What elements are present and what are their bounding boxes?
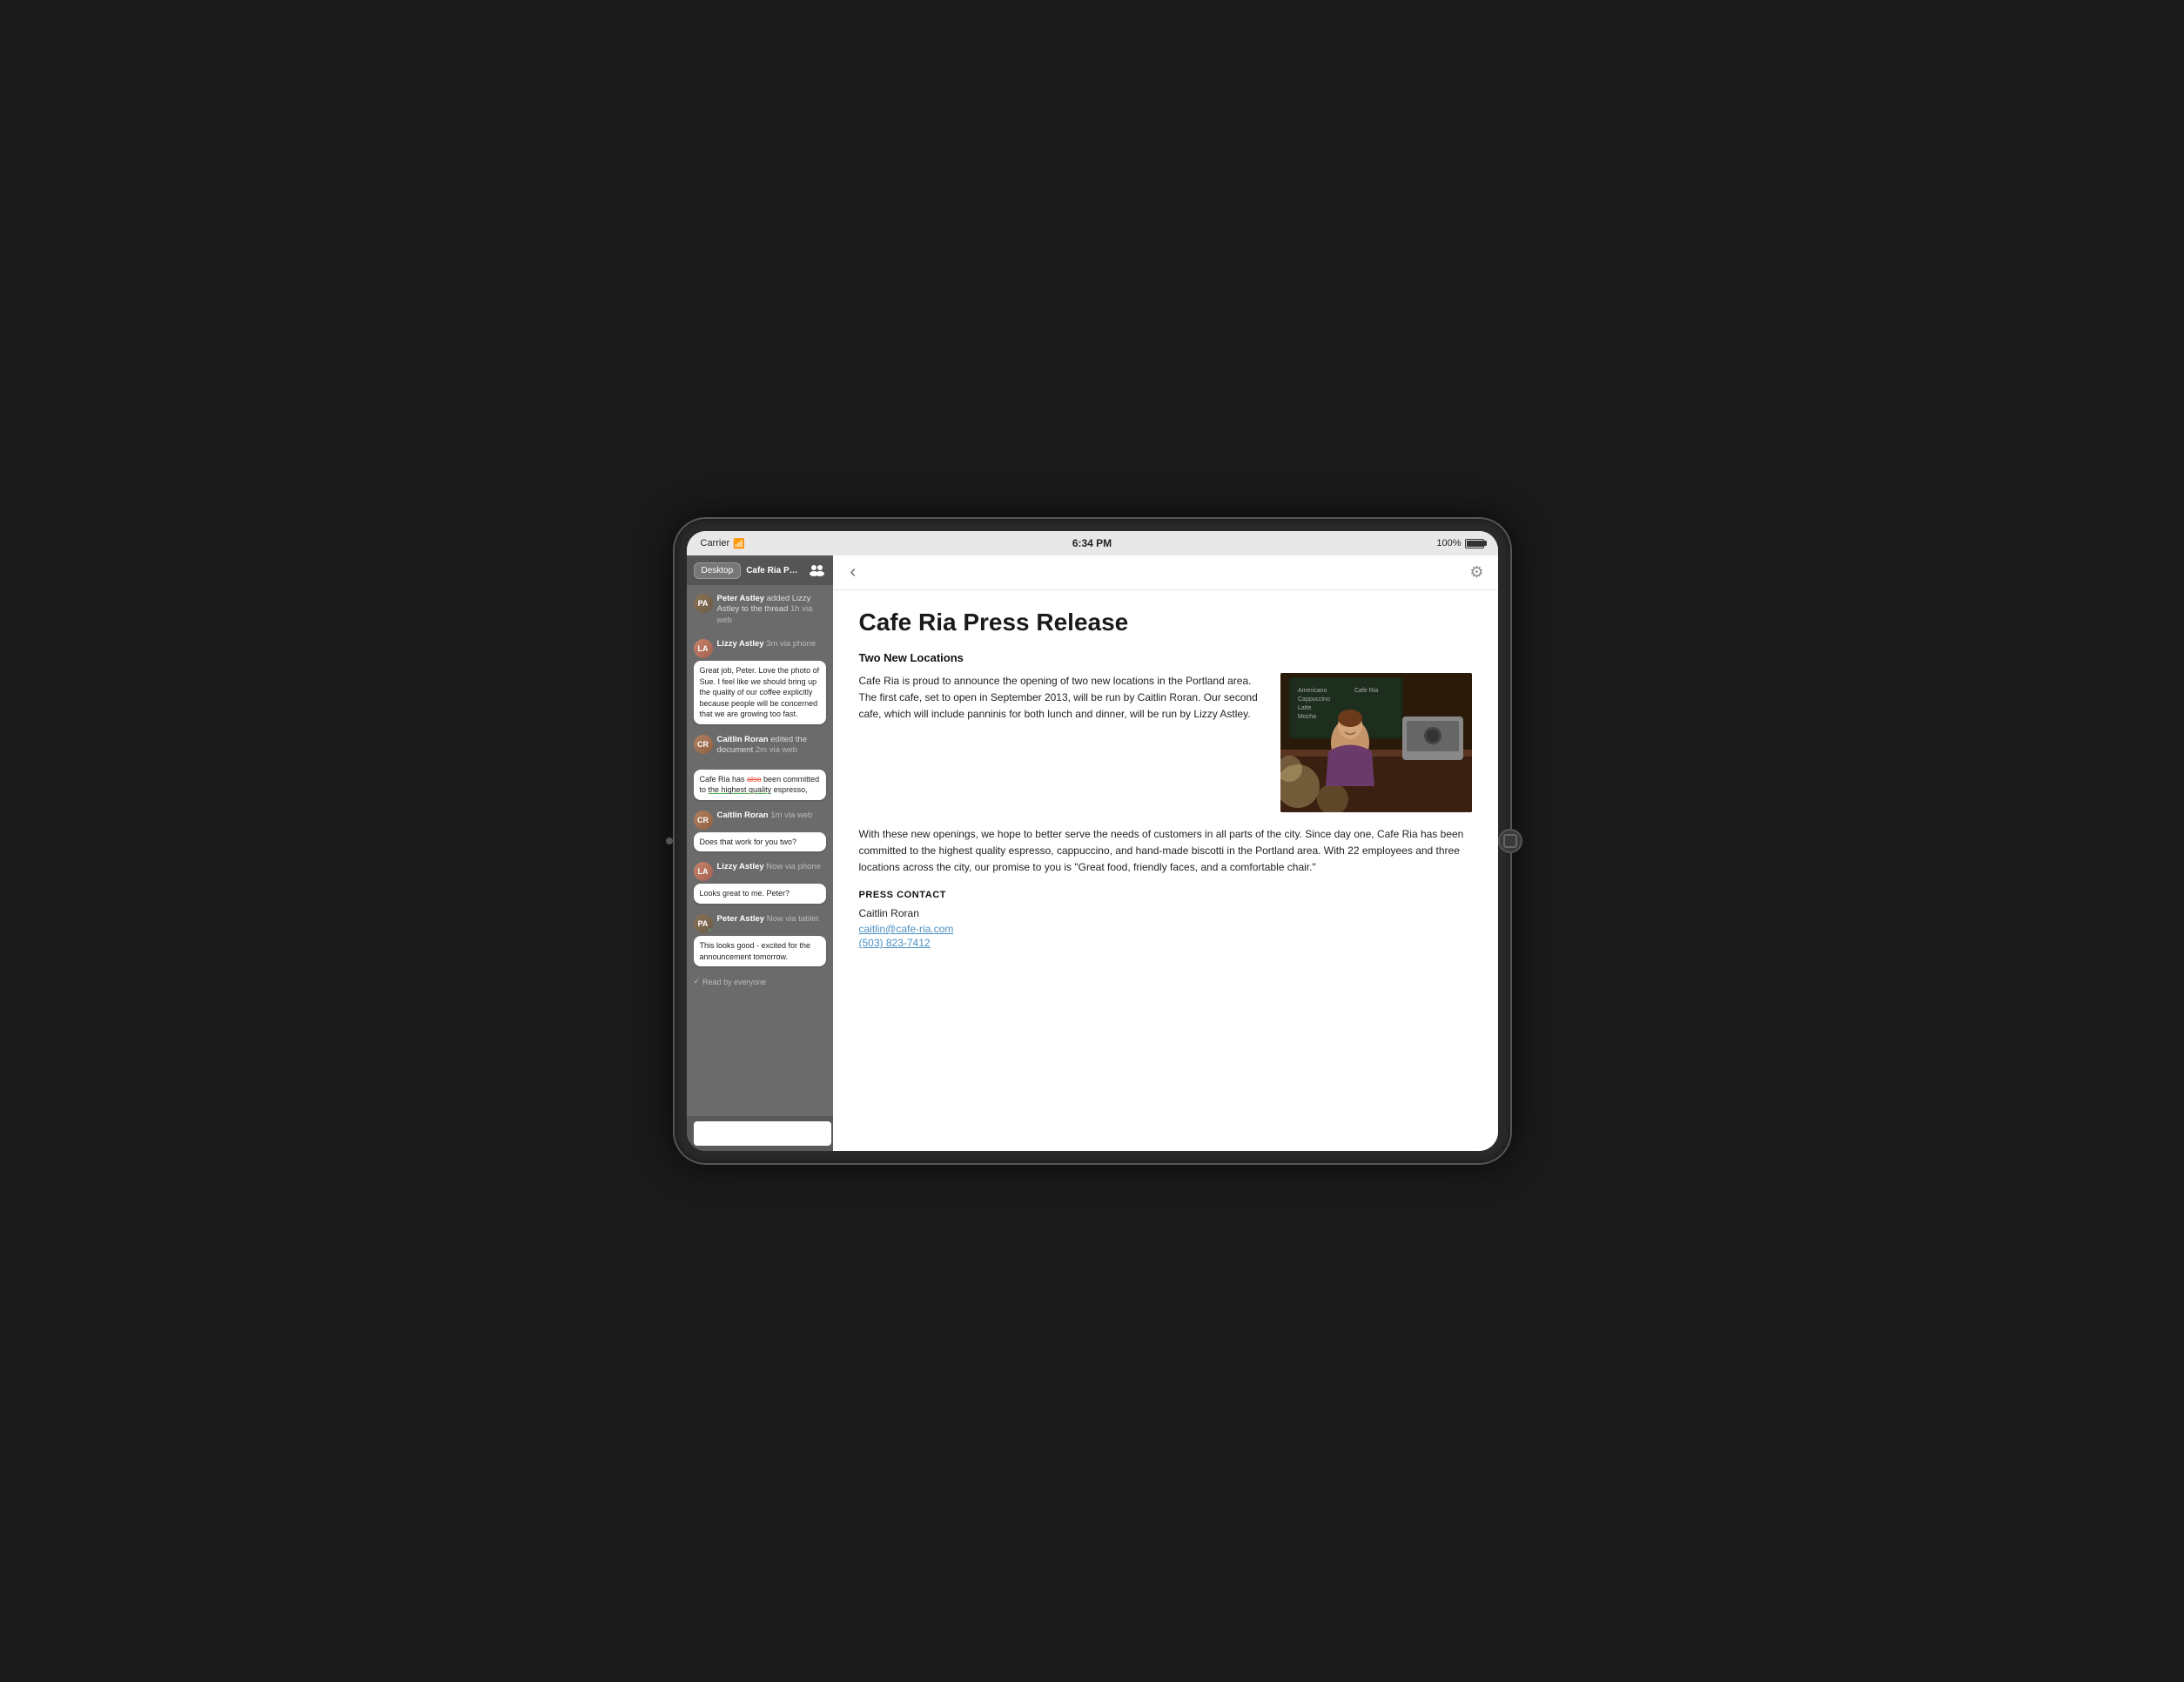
avatar: CR [694, 811, 713, 830]
carrier-area: Carrier 📶 [701, 538, 962, 549]
avatar: PA [694, 914, 713, 933]
home-button-inner [1503, 834, 1517, 848]
cafe-image: Americano Cappuccino Latte Mocha Cafe Ri… [1280, 673, 1472, 812]
sidebar-header: Desktop Cafe Ria Press... [687, 555, 833, 585]
doc-section-1: Cafe Ria is proud to announce the openin… [859, 673, 1472, 812]
read-by-status: ✓ Read by everyone [687, 973, 833, 990]
press-contact-label: PRESS CONTACT [859, 890, 1472, 900]
message-meta: PA Peter Astley Now via tablet [694, 914, 826, 933]
thread-title: Cafe Ria Press... [746, 566, 801, 575]
ipad-screen: Carrier 📶 6:34 PM 100% Desktop Cafe Ria … [687, 531, 1498, 1151]
checkmark-icon: ✓ [694, 977, 701, 986]
home-button[interactable] [1498, 829, 1522, 853]
contact-name: Caitlin Roran [859, 907, 1472, 919]
avatar: LA [694, 862, 713, 881]
message-bubble: Great job, Peter. Love the photo of Sue.… [694, 661, 826, 724]
doc-title: Cafe Ria Press Release [859, 608, 1472, 637]
status-time: 6:34 PM [962, 537, 1223, 549]
message-author: Lizzy Astley Now via phone [717, 862, 822, 872]
online-indicator [708, 928, 713, 933]
list-item: Cafe Ria has also been committed to the … [687, 766, 833, 804]
battery-icon [1465, 539, 1484, 548]
svg-text:Latte: Latte [1298, 705, 1312, 711]
content-pane: ‹ ⚙ Cafe Ria Press Release Two New Locat… [833, 555, 1498, 1151]
desktop-button[interactable]: Desktop [694, 562, 742, 579]
contact-email[interactable]: caitlin@cafe-ria.com [859, 923, 1472, 935]
battery-area: 100% [1223, 538, 1484, 548]
message-input-area: Send [687, 1116, 833, 1151]
system-message-text: Caitlin Roran edited the document 2m via… [717, 735, 826, 757]
message-author: Caitlin Roran 1m via web [717, 811, 813, 821]
message-meta: LA Lizzy Astley Now via phone [694, 862, 826, 881]
back-button[interactable]: ‹ [847, 562, 860, 582]
settings-button[interactable]: ⚙ [1469, 563, 1483, 582]
section-title: Two New Locations [859, 651, 1472, 664]
battery-percent: 100% [1436, 538, 1461, 548]
message-meta: LA Lizzy Astley 3m via phone [694, 639, 826, 658]
svg-text:Cappuccino: Cappuccino [1298, 696, 1330, 703]
list-item: PA Peter Astley added Lizzy Astley to th… [687, 590, 833, 632]
message-input[interactable] [694, 1121, 831, 1146]
svg-text:Cafe Ria: Cafe Ria [1354, 688, 1378, 694]
message-bubble: Looks great to me. Peter? [694, 884, 826, 904]
message-meta: CR Caitlin Roran edited the document 2m … [694, 735, 826, 757]
list-item: LA Lizzy Astley 3m via phone Great job, … [687, 636, 833, 728]
underline-text: the highest quality [709, 785, 772, 794]
avatar: CR [694, 735, 713, 754]
sidebar-messages[interactable]: PA Peter Astley added Lizzy Astley to th… [687, 585, 833, 1116]
message-meta: CR Caitlin Roran 1m via web [694, 811, 826, 830]
message-meta: PA Peter Astley added Lizzy Astley to th… [694, 594, 826, 626]
wifi-icon: 📶 [733, 538, 745, 549]
avatar: PA [694, 594, 713, 613]
svg-text:Americano: Americano [1298, 688, 1327, 694]
content-toolbar: ‹ ⚙ [833, 555, 1498, 590]
people-icon[interactable] [807, 561, 826, 580]
list-item: PA Peter Astley Now via tablet This look… [687, 911, 833, 970]
message-bubble: Does that work for you two? [694, 832, 826, 852]
carrier-label: Carrier [701, 538, 730, 548]
doc-paragraph-2: With these new openings, we hope to bett… [859, 826, 1472, 877]
svg-text:Mocha: Mocha [1298, 714, 1316, 720]
message-bubble: This looks good - excited for the announ… [694, 936, 826, 966]
sidebar: Desktop Cafe Ria Press... [687, 555, 833, 1151]
list-item: CR Caitlin Roran edited the document 2m … [687, 731, 833, 763]
content-body: Cafe Ria Press Release Two New Locations… [833, 590, 1498, 1151]
contact-phone[interactable]: (503) 823-7412 [859, 937, 1472, 949]
list-item: LA Lizzy Astley Now via phone Looks grea… [687, 858, 833, 907]
avatar: LA [694, 639, 713, 658]
strikethrough-text: also [747, 775, 762, 784]
system-message-text: Peter Astley added Lizzy Astley to the t… [717, 594, 826, 626]
battery-fill [1467, 541, 1483, 547]
message-author: Lizzy Astley 3m via phone [717, 639, 816, 649]
ipad-frame: Carrier 📶 6:34 PM 100% Desktop Cafe Ria … [675, 519, 1510, 1163]
doc-paragraph-1: Cafe Ria is proud to announce the openin… [859, 673, 1263, 723]
status-bar: Carrier 📶 6:34 PM 100% [687, 531, 1498, 555]
main-area: Desktop Cafe Ria Press... [687, 555, 1498, 1151]
left-scroll-dot [666, 838, 673, 844]
message-author: Peter Astley Now via tablet [717, 914, 819, 925]
list-item: CR Caitlin Roran 1m via web Does that wo… [687, 807, 833, 856]
doc-preview-bubble: Cafe Ria has also been committed to the … [694, 770, 826, 800]
